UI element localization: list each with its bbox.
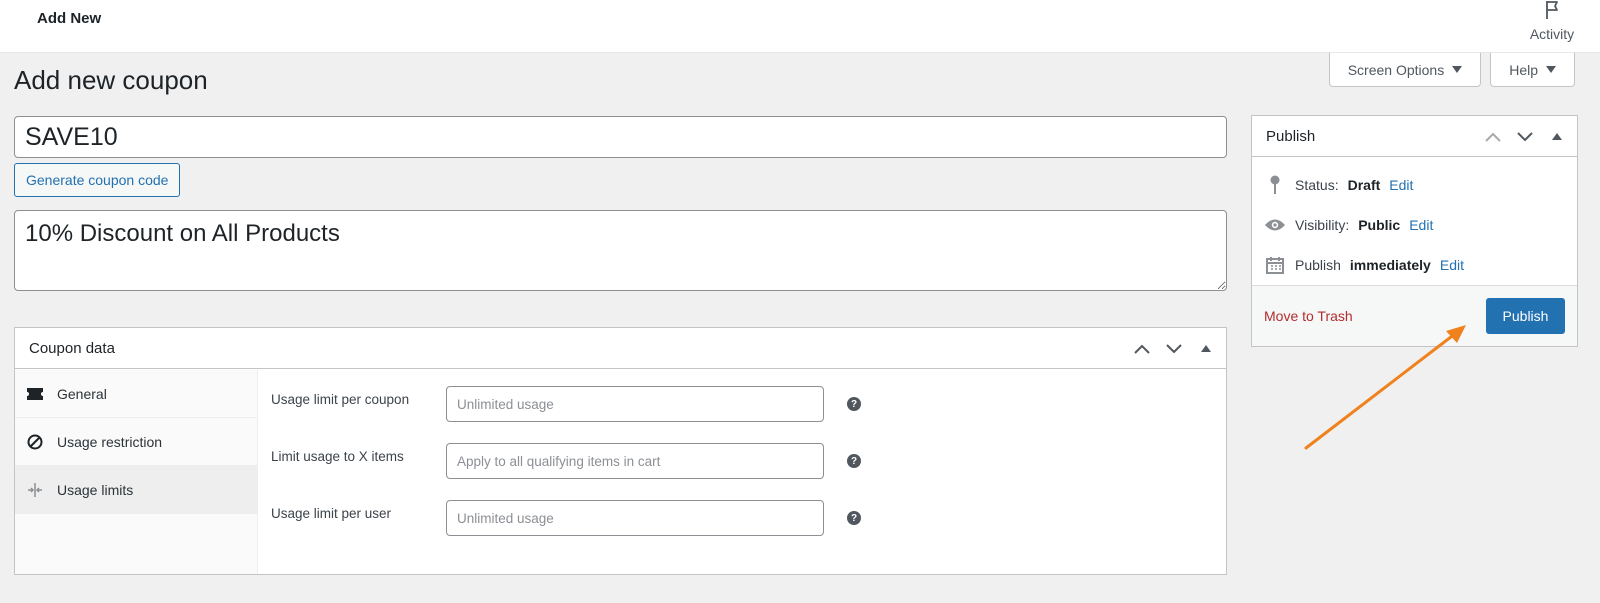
activity-button[interactable]: Activity — [1522, 0, 1582, 44]
coupon-data-header: Coupon data — [15, 328, 1226, 369]
calendar-icon — [1264, 254, 1286, 276]
coupon-data-metabox: Coupon data General Usage restriction Us… — [14, 327, 1227, 575]
limits-icon — [27, 482, 43, 498]
edit-visibility-link[interactable]: Edit — [1409, 217, 1433, 233]
coupon-data-tabs: General Usage restriction Usage limits — [15, 370, 258, 574]
help-label: Help — [1509, 61, 1538, 78]
limit-usage-items-label: Limit usage to X items — [271, 449, 404, 464]
edit-status-link[interactable]: Edit — [1389, 177, 1413, 193]
limit-usage-items-row: Limit usage to X items ? — [259, 443, 861, 479]
help-tip-icon[interactable]: ? — [847, 397, 861, 411]
help-tip-icon[interactable]: ? — [847, 511, 861, 525]
pin-icon — [1264, 174, 1286, 196]
edit-schedule-link[interactable]: Edit — [1440, 257, 1464, 273]
screen-meta-links: Screen Options Help — [1328, 53, 1575, 87]
annotation-arrow-icon — [1304, 325, 1466, 450]
visibility-value: Public — [1358, 217, 1401, 233]
tab-general-label: General — [57, 385, 107, 402]
usage-limit-per-coupon-label: Usage limit per coupon — [271, 392, 410, 407]
help-tip-icon[interactable]: ? — [847, 454, 861, 468]
tab-usage-restriction-label: Usage restriction — [57, 433, 163, 450]
status-label: Status: — [1295, 177, 1339, 193]
metabox-controls — [1128, 328, 1220, 369]
visibility-label: Visibility: — [1295, 217, 1350, 233]
eye-icon — [1264, 214, 1286, 236]
usage-limit-per-coupon-input[interactable] — [446, 386, 824, 422]
generate-coupon-code-button[interactable]: Generate coupon code — [14, 163, 181, 197]
publish-metabox: Publish Status: Draft Edit Visibility: P… — [1251, 115, 1578, 347]
usage-limit-per-user-row: Usage limit per user ? — [259, 500, 861, 536]
top-bar: Add New Activity — [0, 0, 1600, 53]
flag-icon — [1522, 0, 1582, 20]
visibility-row: Visibility: Public Edit — [1264, 214, 1433, 236]
tab-usage-limits[interactable]: Usage limits — [15, 466, 257, 514]
ticket-icon — [27, 386, 43, 402]
tab-usage-restriction[interactable]: Usage restriction — [15, 418, 257, 466]
status-row: Status: Draft Edit — [1264, 174, 1413, 196]
coupon-data-title: Coupon data — [29, 339, 115, 357]
publish-button[interactable]: Publish — [1486, 298, 1565, 334]
caret-down-icon — [1546, 66, 1556, 73]
top-bar-title: Add New — [37, 10, 102, 27]
tab-usage-limits-label: Usage limits — [57, 481, 134, 498]
help-button[interactable]: Help — [1490, 53, 1575, 87]
coupon-description-textarea[interactable]: 10% Discount on All Products — [14, 210, 1227, 291]
caret-down-icon — [1452, 66, 1463, 73]
limit-usage-items-input[interactable] — [446, 443, 824, 479]
screen-options-label: Screen Options — [1347, 61, 1445, 78]
chevron-down-icon[interactable] — [1511, 119, 1539, 155]
collapse-toggle-icon[interactable] — [1192, 331, 1220, 367]
tab-general[interactable]: General — [15, 370, 257, 418]
collapse-toggle-icon[interactable] — [1543, 119, 1571, 155]
usage-limits-panel: Usage limit per coupon ? Limit usage to … — [259, 370, 1226, 574]
chevron-down-icon[interactable] — [1160, 331, 1188, 367]
activity-label: Activity — [1529, 26, 1575, 42]
page-title: Add new coupon — [14, 65, 208, 95]
usage-limit-per-coupon-row: Usage limit per coupon ? — [259, 386, 861, 422]
chevron-up-icon[interactable] — [1479, 119, 1507, 155]
status-value: Draft — [1347, 177, 1381, 193]
schedule-value: immediately — [1349, 257, 1431, 273]
usage-limit-per-user-input[interactable] — [446, 500, 824, 536]
screen-options-button[interactable]: Screen Options — [1328, 53, 1482, 87]
schedule-row: Publish immediately Edit — [1264, 254, 1464, 276]
metabox-controls — [1479, 116, 1571, 157]
publish-header: Publish — [1252, 116, 1577, 157]
restriction-icon — [27, 434, 43, 450]
schedule-label: Publish — [1295, 257, 1341, 273]
coupon-code-input[interactable] — [14, 116, 1227, 158]
usage-limit-per-user-label: Usage limit per user — [271, 506, 392, 521]
chevron-up-icon[interactable] — [1128, 331, 1156, 367]
publish-title: Publish — [1266, 127, 1316, 145]
